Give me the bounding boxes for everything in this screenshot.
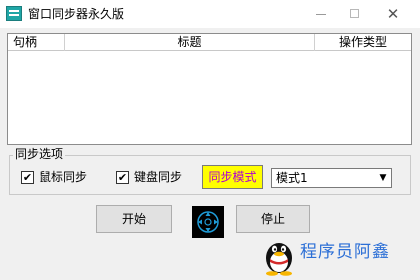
- watermark-text: 程序员阿鑫: [300, 242, 390, 262]
- sync-mode-button[interactable]: 同步模式: [202, 165, 263, 189]
- title-bar: 窗口同步器永久版 ✕: [0, 0, 420, 28]
- maximize-button[interactable]: [338, 0, 372, 28]
- app-icon: [6, 6, 22, 21]
- minimize-button[interactable]: [304, 0, 338, 28]
- keyboard-sync-label[interactable]: 键盘同步: [134, 169, 182, 185]
- crosshair-logo-icon: [192, 206, 224, 238]
- sync-options-label: 同步选项: [13, 146, 66, 162]
- mode-select[interactable]: 模式1 ▼: [271, 168, 392, 188]
- column-header-operation-type[interactable]: 操作类型: [315, 34, 411, 51]
- list-header: 句柄 标题 操作类型: [8, 34, 411, 51]
- column-header-title[interactable]: 标题: [65, 34, 315, 51]
- window-title: 窗口同步器永久版: [28, 7, 125, 21]
- window-list[interactable]: 句柄 标题 操作类型: [7, 33, 412, 145]
- mode-select-value: 模式1: [276, 171, 308, 185]
- column-header-handle[interactable]: 句柄: [8, 34, 65, 51]
- start-button[interactable]: 开始: [96, 205, 172, 233]
- keyboard-sync-checkbox[interactable]: ✔: [116, 171, 129, 184]
- close-button[interactable]: ✕: [376, 0, 410, 28]
- mouse-sync-checkbox[interactable]: ✔: [21, 171, 34, 184]
- chevron-down-icon[interactable]: ▼: [375, 169, 391, 187]
- mouse-sync-label[interactable]: 鼠标同步: [39, 169, 87, 185]
- penguin-icon: [262, 236, 296, 276]
- stop-button[interactable]: 停止: [236, 205, 310, 233]
